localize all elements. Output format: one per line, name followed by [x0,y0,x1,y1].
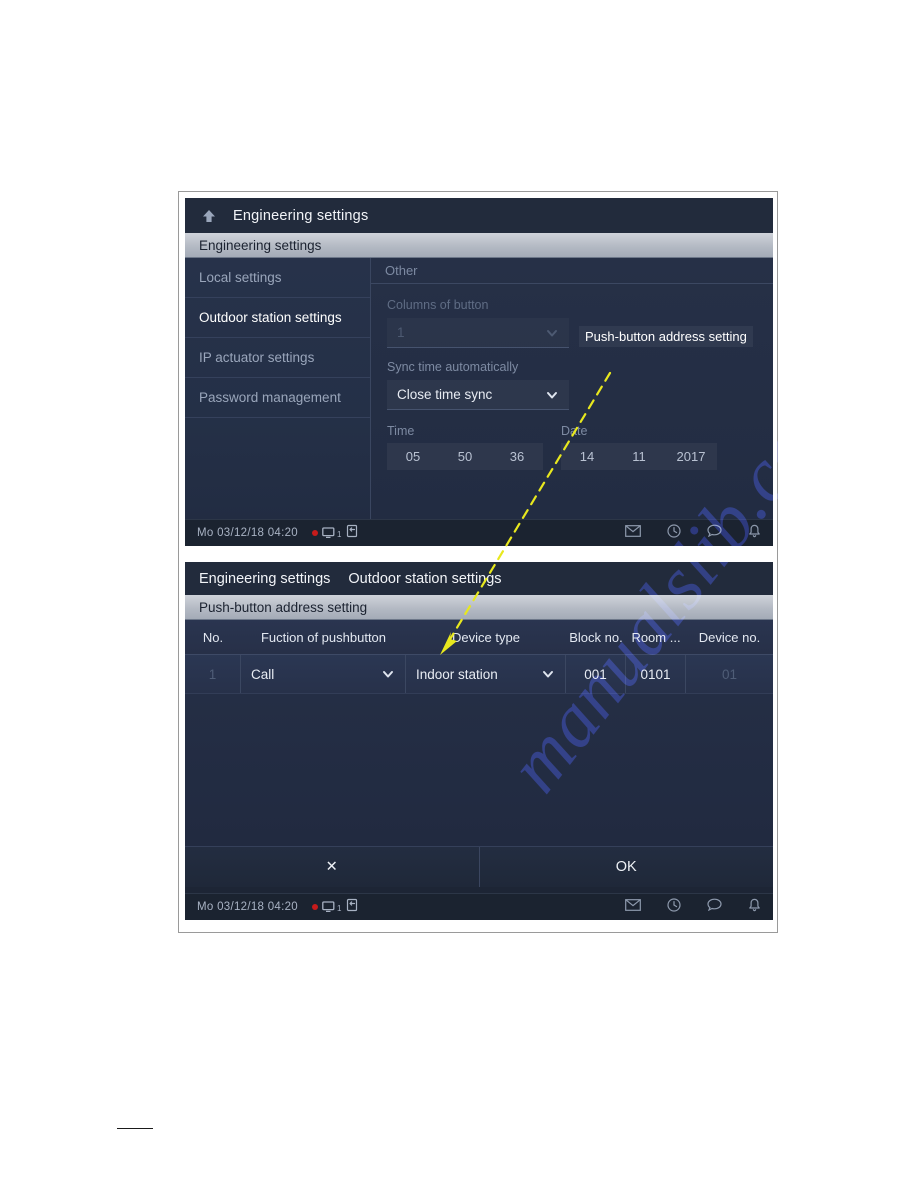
monitor-count: 1 [337,903,342,913]
time-minute[interactable]: 50 [439,449,491,464]
message-icon[interactable] [707,524,722,542]
record-dot-icon [312,530,319,536]
cell-device-type-select[interactable]: Indoor station [406,655,566,693]
statusbar-datetime: Mo 03/12/18 04:20 [197,527,299,539]
figure-frame: Engineering settings Engineering setting… [178,191,865,933]
sidebar-item-label: Password management [199,390,341,405]
date-label: Date [561,424,588,438]
sync-time-value: Close time sync [397,387,493,402]
monitor-icon[interactable]: 1 [322,526,342,540]
ok-button[interactable]: OK [478,847,773,887]
history-icon[interactable] [667,523,681,543]
breadcrumb: Engineering settings Outdoor station set… [185,562,773,595]
return-icon[interactable] [345,524,359,543]
date-time-fields: Time 05 50 36 Date 14 11 2017 [371,424,773,470]
message-icon[interactable] [707,898,722,916]
sidebar-item-local-settings[interactable]: Local settings [185,258,370,298]
content-section-header: Other [371,258,773,284]
cell-no: 1 [185,655,241,693]
date-field[interactable]: Date 14 11 2017 [561,424,717,470]
top-title-text: Engineering settings [233,207,369,224]
table-header-device-type: Device type [452,629,520,645]
chevron-down-icon [545,388,559,402]
statusbar-left-icons: 1 [312,524,359,543]
cell-function-select[interactable]: Call [241,655,406,693]
cell-block-no[interactable]: 001 [566,655,626,693]
page-footer-rule [117,1128,153,1129]
top-section-label: Engineering settings [199,237,322,253]
time-field[interactable]: Time 05 50 36 [387,424,543,470]
dialog-button-row: ✕ OK [185,846,773,887]
sidebar-item-label: IP actuator settings [199,350,315,365]
date-month[interactable]: 11 [613,449,665,464]
table-header-row: No. Fuction of pushbutton Device type Bl… [185,620,773,655]
cell-function-value: Call [251,666,275,682]
table-header-room-no: Room ... [631,629,681,645]
settings-content: Other Columns of button 1 Push-button ad… [371,258,773,526]
table-empty-area [185,694,773,846]
record-dot-icon [312,904,319,910]
bottom-section-label: Push-button address setting [199,599,368,615]
statusbar-right-icons [625,523,761,543]
cell-device-no[interactable]: 01 [686,655,773,693]
table-row[interactable]: 1 Call Indoor station 001 0101 01 [185,655,773,694]
bottom-statusbar: Mo 03/12/18 04:20 1 [185,893,773,920]
device-screen-bottom: Engineering settings Outdoor station set… [185,562,773,920]
statusbar-datetime: Mo 03/12/18 04:20 [197,901,299,913]
top-body: Local settings Outdoor station settings … [185,258,773,526]
history-icon[interactable] [667,897,681,917]
table-header-block-no: Block no. [569,629,623,645]
monitor-icon[interactable]: 1 [322,900,342,914]
return-icon[interactable] [345,898,359,917]
table-header-no: No. [202,629,224,645]
back-arrow-icon[interactable] [199,206,219,226]
mail-icon[interactable] [625,898,641,916]
bottom-section-bar: Push-button address setting [185,595,773,620]
sidebar-item-label: Local settings [199,270,282,285]
date-day[interactable]: 14 [561,449,613,464]
sync-time-field: Sync time automatically Close time sync [371,348,773,410]
date-year[interactable]: 2017 [665,449,717,464]
monitor-count: 1 [337,529,342,539]
columns-of-button-select[interactable]: 1 [387,318,569,348]
chevron-down-icon [545,326,559,340]
sync-time-select[interactable]: Close time sync [387,380,569,410]
breadcrumb-root[interactable]: Engineering settings [199,571,330,587]
time-values[interactable]: 05 50 36 [387,443,543,470]
sidebar-item-ip-actuator-settings[interactable]: IP actuator settings [185,338,370,378]
sync-time-label: Sync time automatically [387,360,519,374]
statusbar-left-icons: 1 [312,898,359,917]
cancel-button[interactable]: ✕ [185,847,479,887]
callout-label-push-button-address-setting: Push-button address setting [579,326,753,347]
sidebar-item-password-management[interactable]: Password management [185,378,370,418]
sidebar-item-outdoor-station-settings[interactable]: Outdoor station settings [185,298,370,338]
cell-room-no[interactable]: 0101 [626,655,686,693]
document-page: Engineering settings Engineering setting… [0,0,918,1188]
time-label: Time [387,424,415,438]
bell-icon[interactable] [748,898,761,917]
chevron-down-icon [381,667,395,681]
mail-icon[interactable] [625,524,641,542]
time-second[interactable]: 36 [491,449,543,464]
sidebar-item-label: Outdoor station settings [199,310,342,325]
top-titlebar: Engineering settings [185,198,773,233]
statusbar-right-icons [625,897,761,917]
bell-icon[interactable] [748,524,761,543]
settings-sidebar: Local settings Outdoor station settings … [185,258,371,526]
breadcrumb-current[interactable]: Outdoor station settings [348,571,501,587]
columns-of-button-value: 1 [397,325,405,340]
columns-of-button-label: Columns of button [387,298,489,312]
top-statusbar: Mo 03/12/18 04:20 1 [185,519,773,546]
chevron-down-icon [541,667,555,681]
table-header-function: Fuction of pushbutton [260,629,387,645]
content-section-label: Other [385,263,418,278]
table-header-device-no: Device no. [698,629,761,645]
time-hour[interactable]: 05 [387,449,439,464]
top-section-bar: Engineering settings [185,233,773,258]
device-screen-top: Engineering settings Engineering setting… [185,198,773,546]
date-values[interactable]: 14 11 2017 [561,443,717,470]
cell-device-type-value: Indoor station [416,666,498,682]
